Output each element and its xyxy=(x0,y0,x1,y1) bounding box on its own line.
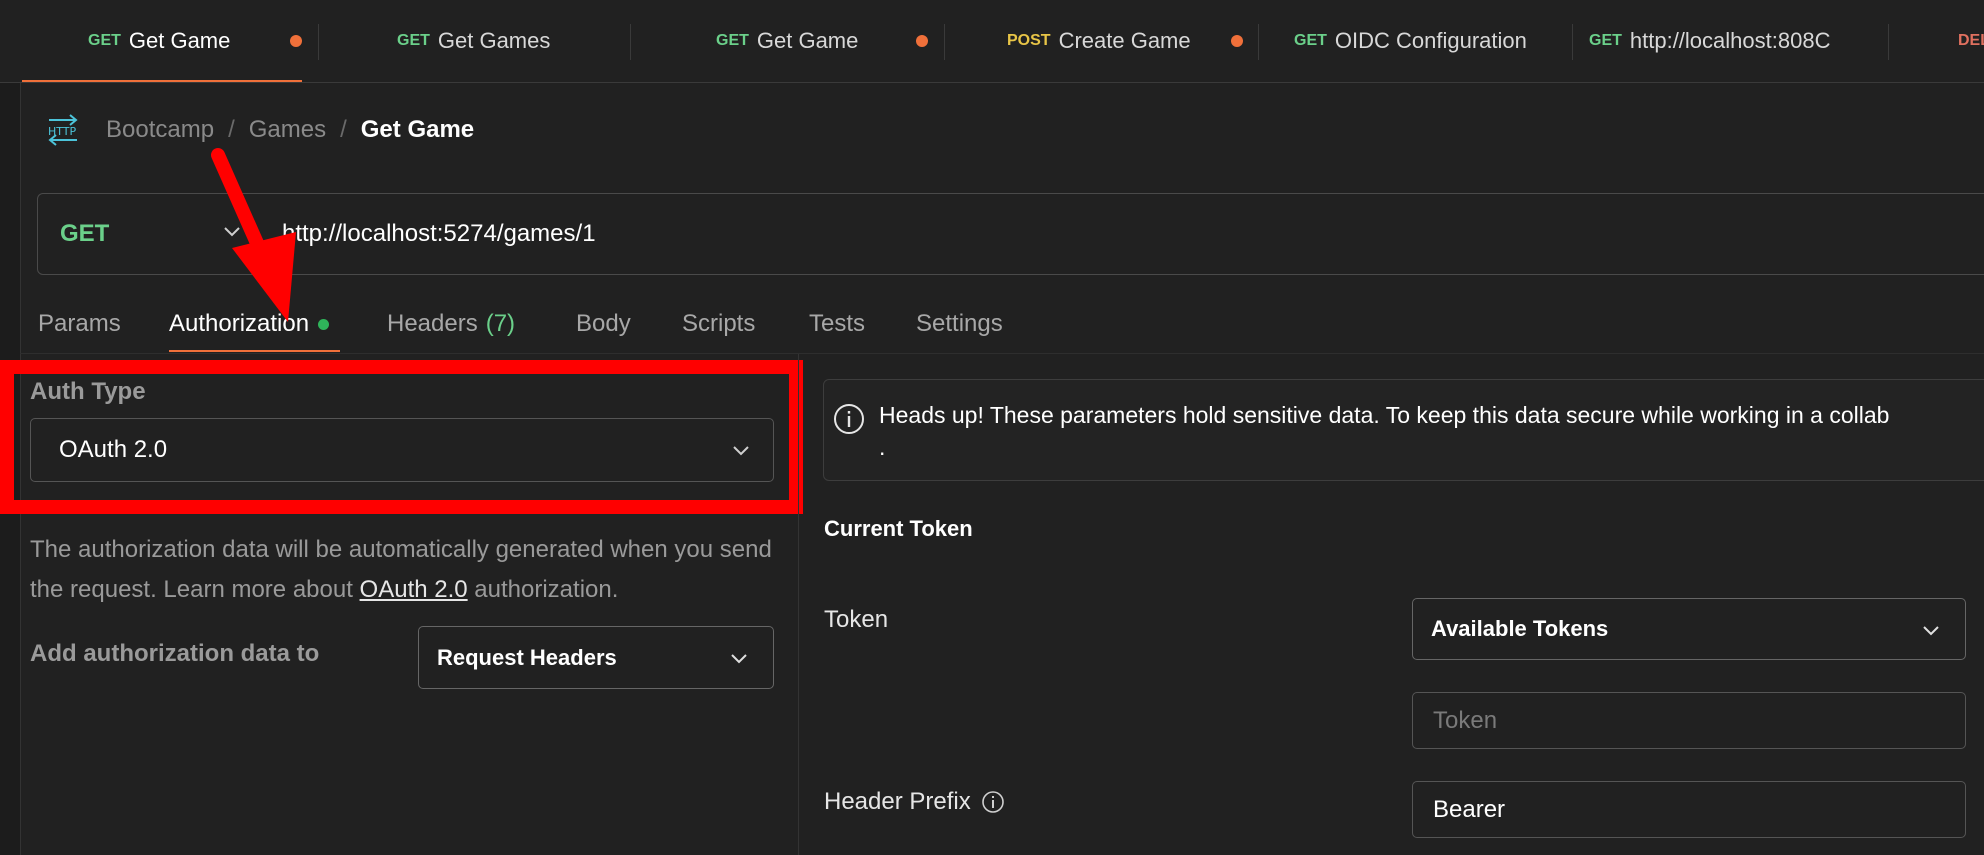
active-tab-indicator xyxy=(22,80,302,82)
tab-method: GET xyxy=(1294,32,1327,49)
tab-headers[interactable]: Headers (7) xyxy=(387,300,515,348)
request-tab-bar: GET Get Game GET Get Games GET Get Game … xyxy=(0,0,1984,83)
breadcrumb-separator: / xyxy=(228,116,235,143)
tab-body[interactable]: Body xyxy=(576,300,631,348)
active-request-tab-indicator xyxy=(169,350,340,352)
token-placeholder: Token xyxy=(1433,706,1498,734)
method-value: GET xyxy=(60,220,110,247)
breadcrumb-current-request[interactable]: Get Game xyxy=(361,116,474,144)
http-icon: HTTP xyxy=(48,114,78,146)
active-dot-icon xyxy=(318,318,330,330)
tab-tests[interactable]: Tests xyxy=(809,300,865,348)
tab-create-game[interactable]: POST Create Game xyxy=(1007,0,1247,82)
tab-separator xyxy=(1888,24,1889,60)
url-bar: GET http://localhost:5274/games/1 xyxy=(37,193,1984,275)
tab-separator xyxy=(630,24,631,60)
tab-oidc-configuration[interactable]: GET OIDC Configuration xyxy=(1294,0,1584,82)
available-tokens-select[interactable]: Available Tokens xyxy=(1412,598,1966,660)
tab-authorization-label: Authorization xyxy=(169,310,310,337)
tab-get-games[interactable]: GET Get Games xyxy=(397,0,627,82)
tab-title: Get Game xyxy=(756,28,859,53)
tab-separator xyxy=(318,24,319,60)
tab-params[interactable]: Params xyxy=(38,300,121,348)
breadcrumb-folder[interactable]: Games xyxy=(249,116,326,144)
breadcrumb-collection[interactable]: Bootcamp xyxy=(106,116,214,144)
tab-authorization[interactable]: Authorization xyxy=(169,300,330,348)
info-icon[interactable] xyxy=(981,790,1005,814)
notice-trailing: . xyxy=(879,434,886,460)
header-prefix-label: Header Prefix xyxy=(824,788,1005,816)
available-tokens-value: Available Tokens xyxy=(1431,616,1609,641)
request-tabs-border xyxy=(20,353,1984,354)
notice-text: Heads up! These parameters hold sensitiv… xyxy=(879,402,1890,428)
panel-divider xyxy=(798,354,799,855)
tab-settings[interactable]: Settings xyxy=(916,300,1003,348)
header-prefix-value: Bearer xyxy=(1433,795,1506,823)
chevron-down-icon xyxy=(731,654,747,664)
token-input[interactable]: Token xyxy=(1412,692,1966,749)
unsaved-dot-icon xyxy=(1231,35,1243,47)
headers-count: (7) xyxy=(485,310,516,337)
tab-title: Get Game xyxy=(128,28,231,53)
tab-get-game-1[interactable]: GET Get Game xyxy=(88,0,303,82)
tab-method: POST xyxy=(1007,32,1051,49)
header-prefix-label-text: Header Prefix xyxy=(824,788,971,815)
tab-title: OIDC Configuration xyxy=(1334,28,1527,53)
breadcrumb-separator: / xyxy=(340,116,347,143)
method-select[interactable]: GET xyxy=(60,194,240,274)
current-token-title: Current Token xyxy=(824,516,973,541)
tab-method: GET xyxy=(88,32,121,49)
sensitive-data-notice: Heads up! These parameters hold sensitiv… xyxy=(823,379,1984,481)
auth-description: The authorization data will be automatic… xyxy=(30,530,790,610)
tab-separator xyxy=(1572,24,1573,60)
breadcrumb: HTTP Bootcamp / Games / Get Game xyxy=(45,110,474,150)
tab-title: Create Game xyxy=(1058,28,1191,53)
tab-separator xyxy=(1258,24,1259,60)
tab-method: GET xyxy=(397,32,430,49)
tab-delete-partial[interactable]: DEL xyxy=(1958,0,1984,82)
tab-title: Get Games xyxy=(437,28,551,53)
add-auth-data-select[interactable]: Request Headers xyxy=(418,626,774,689)
header-prefix-input[interactable]: Bearer xyxy=(1412,781,1966,838)
add-auth-data-value: Request Headers xyxy=(437,644,617,670)
tab-scripts[interactable]: Scripts xyxy=(682,300,755,348)
token-label: Token xyxy=(824,606,889,633)
chevron-down-icon xyxy=(1923,626,1939,636)
info-icon xyxy=(834,404,864,434)
add-auth-data-label: Add authorization data to xyxy=(30,640,320,667)
oauth-learn-more-link[interactable]: OAuth 2.0 xyxy=(360,576,468,603)
annotation-highlight-box xyxy=(0,360,803,514)
svg-text:HTTP: HTTP xyxy=(48,125,77,138)
unsaved-dot-icon xyxy=(290,35,302,47)
tab-method: GET xyxy=(1589,32,1622,49)
tab-method: GET xyxy=(716,32,749,49)
tab-method: DEL xyxy=(1958,32,1984,49)
tab-get-game-2[interactable]: GET Get Game xyxy=(716,0,936,82)
tab-separator xyxy=(944,24,945,60)
auth-description-tail: authorization. xyxy=(467,576,619,603)
tab-title: http://localhost:808C xyxy=(1629,28,1831,53)
tab-headers-label: Headers xyxy=(387,310,478,337)
tab-localhost-8080[interactable]: GET http://localhost:808C xyxy=(1589,0,1854,82)
unsaved-dot-icon xyxy=(916,35,928,47)
chevron-down-icon xyxy=(224,227,240,237)
url-input[interactable]: http://localhost:5274/games/1 xyxy=(282,194,596,274)
